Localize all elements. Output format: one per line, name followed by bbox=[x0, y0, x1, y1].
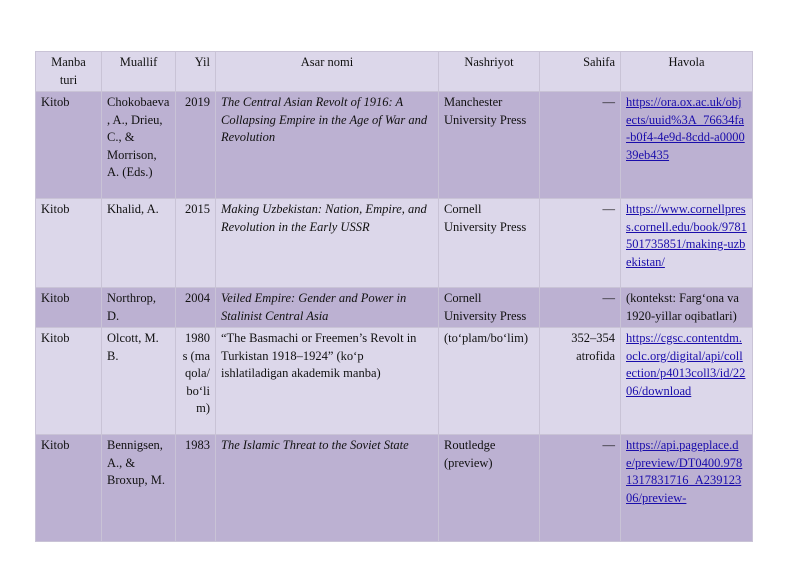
header-author: Muallif bbox=[101, 51, 176, 92]
cell-title: The Central Asian Revolt of 1916: A Coll… bbox=[215, 91, 439, 199]
table-row: Kitob Bennigsen, A., & Broxup, M. 1983 T… bbox=[35, 434, 753, 542]
table-row: Kitob Olcott, M. B. 1980s (maqola/bo‘lim… bbox=[35, 327, 753, 435]
cell-author: Chokobaeva, A., Drieu, C., & Morrison, A… bbox=[101, 91, 176, 199]
reference-link[interactable]: https://ora.ox.ac.uk/objects/uuid%3A_766… bbox=[626, 95, 745, 162]
cell-link: https://ora.ox.ac.uk/objects/uuid%3A_766… bbox=[620, 91, 753, 199]
cell-year: 2004 bbox=[175, 287, 216, 328]
cell-pages: — bbox=[539, 91, 621, 199]
table-row: Kitob Khalid, A. 2015 Making Uzbekistan:… bbox=[35, 198, 753, 288]
cell-note: (kontekst: Farg‘ona va 1920-yillar oqiba… bbox=[620, 287, 753, 328]
header-publisher: Nashriyot bbox=[438, 51, 540, 92]
table-header-row: Manba turi Muallif Yil Asar nomi Nashriy… bbox=[35, 51, 753, 92]
reference-link[interactable]: https://www.cornellpress.cornell.edu/boo… bbox=[626, 202, 747, 269]
cell-link: https://api.pageplace.de/preview/DT0400.… bbox=[620, 434, 753, 542]
cell-title: Veiled Empire: Gender and Power in Stali… bbox=[215, 287, 439, 328]
cell-author: Bennigsen, A., & Broxup, M. bbox=[101, 434, 176, 542]
reference-link[interactable]: https://api.pageplace.de/preview/DT0400.… bbox=[626, 438, 742, 505]
cell-publisher: Routledge (preview) bbox=[438, 434, 540, 542]
cell-author: Northrop, D. bbox=[101, 287, 176, 328]
reference-link[interactable]: https://cgsc.contentdm.oclc.org/digital/… bbox=[626, 331, 745, 398]
cell-pages: — bbox=[539, 287, 621, 328]
header-title: Asar nomi bbox=[215, 51, 439, 92]
table-row: Kitob Chokobaeva, A., Drieu, C., & Morri… bbox=[35, 91, 753, 199]
header-year: Yil bbox=[175, 51, 216, 92]
cell-type: Kitob bbox=[35, 287, 102, 328]
cell-type: Kitob bbox=[35, 91, 102, 199]
cell-publisher: Cornell University Press bbox=[438, 287, 540, 328]
cell-publisher: Manchester University Press bbox=[438, 91, 540, 199]
cell-year: 1983 bbox=[175, 434, 216, 542]
table-row: Kitob Northrop, D. 2004 Veiled Empire: G… bbox=[35, 287, 753, 328]
header-type: Manba turi bbox=[35, 51, 102, 92]
cell-title: The Islamic Threat to the Soviet State bbox=[215, 434, 439, 542]
cell-author: Olcott, M. B. bbox=[101, 327, 176, 435]
cell-author: Khalid, A. bbox=[101, 198, 176, 288]
cell-type: Kitob bbox=[35, 434, 102, 542]
document-page: Manba turi Muallif Yil Asar nomi Nashriy… bbox=[0, 0, 800, 565]
cell-link: https://www.cornellpress.cornell.edu/boo… bbox=[620, 198, 753, 288]
header-pages: Sahifa bbox=[539, 51, 621, 92]
cell-pages: — bbox=[539, 198, 621, 288]
cell-title: “The Basmachi or Freemen’s Revolt in Tur… bbox=[215, 327, 439, 435]
cell-title: Making Uzbekistan: Nation, Empire, and R… bbox=[215, 198, 439, 288]
cell-publisher: (to‘plam/bo‘lim) bbox=[438, 327, 540, 435]
header-link: Havola bbox=[620, 51, 753, 92]
cell-publisher: Cornell University Press bbox=[438, 198, 540, 288]
cell-year: 2019 bbox=[175, 91, 216, 199]
cell-year: 1980s (maqola/bo‘lim) bbox=[175, 327, 216, 435]
cell-pages: — bbox=[539, 434, 621, 542]
cell-pages: 352–354 atrofida bbox=[539, 327, 621, 435]
cell-link: https://cgsc.contentdm.oclc.org/digital/… bbox=[620, 327, 753, 435]
references-table: Manba turi Muallif Yil Asar nomi Nashriy… bbox=[35, 51, 753, 542]
cell-year: 2015 bbox=[175, 198, 216, 288]
cell-type: Kitob bbox=[35, 327, 102, 435]
cell-type: Kitob bbox=[35, 198, 102, 288]
